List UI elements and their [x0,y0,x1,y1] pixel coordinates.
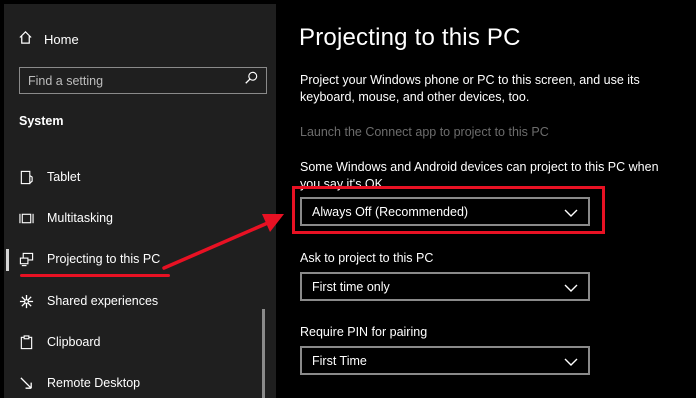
sidebar-item-label: Shared experiences [47,294,159,308]
ask-label: Ask to project to this PC [300,251,434,265]
sidebar-item-multitasking[interactable]: Multitasking [4,199,276,237]
pin-dropdown[interactable]: First Time [300,346,590,375]
sidebar-item-tablet[interactable]: Tablet [4,158,276,196]
ask-dropdown-value: First time only [312,279,390,294]
page-title: Projecting to this PC [299,24,521,51]
sidebar-item-label: Multitasking [47,211,113,225]
remote-desktop-icon [18,375,34,391]
search-icon[interactable] [244,71,258,90]
window-frame: Home System Tablet Multitasking Pr [0,0,696,398]
annotation-highlight-box [292,186,605,234]
sidebar-item-shared-experiences[interactable]: Shared experiences [4,282,276,320]
search-input[interactable] [28,73,244,88]
search-box[interactable] [19,67,267,94]
home-icon [18,30,33,48]
chevron-down-icon [564,282,578,292]
annotation-underline [20,274,170,277]
sidebar-item-label: Remote Desktop [47,376,141,390]
sidebar-item-remote-desktop[interactable]: Remote Desktop [4,364,276,398]
connect-app-link: Launch the Connect app to project to thi… [300,125,549,139]
pin-dropdown-value: First Time [312,353,367,368]
multitasking-icon [18,210,34,226]
sidebar-item-label: Clipboard [47,335,101,349]
projecting-icon [18,251,34,267]
sidebar-scrollbar[interactable] [262,309,265,398]
ask-dropdown[interactable]: First time only [300,272,590,301]
home-label: Home [44,31,79,47]
sidebar-item-label: Tablet [47,170,81,184]
home-nav-item[interactable]: Home [18,30,79,48]
sidebar-item-clipboard[interactable]: Clipboard [4,323,276,361]
tablet-icon [18,169,34,185]
clipboard-icon [18,334,34,350]
section-title-system: System [19,114,64,128]
chevron-down-icon [564,356,578,366]
pin-label: Require PIN for pairing [300,325,428,339]
page-description: Project your Windows phone or PC to this… [300,73,640,104]
sidebar: Home System Tablet Multitasking Pr [4,4,276,398]
sidebar-item-label: Projecting to this PC [47,252,161,266]
sidebar-item-projecting[interactable]: Projecting to this PC [4,240,276,278]
shared-experiences-icon [18,293,34,309]
